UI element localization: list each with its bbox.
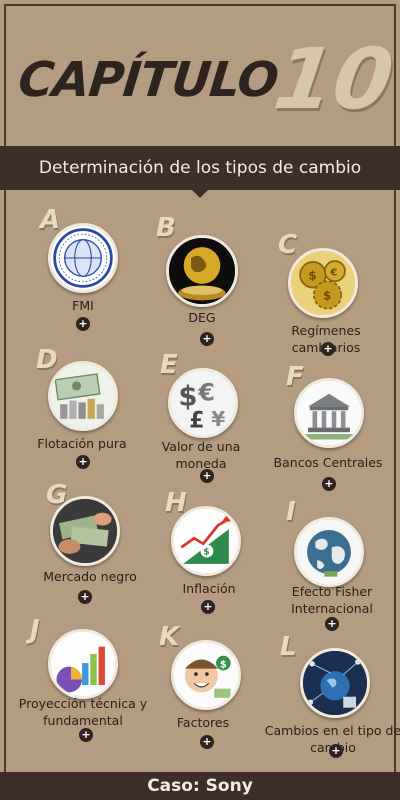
topic-label: Inflación bbox=[182, 581, 236, 596]
topic-label: Bancos Centrales bbox=[273, 455, 383, 470]
topic-item-valor-moneda[interactable]: E $ € £ ¥ Valor de una moneda + bbox=[140, 350, 270, 485]
topic-letter: B bbox=[156, 213, 176, 243]
svg-text:€: € bbox=[197, 378, 215, 406]
topic-item-flotacion[interactable]: D Flotación pura + bbox=[18, 345, 148, 475]
expand-button[interactable]: + bbox=[329, 744, 343, 758]
topic-letter: L bbox=[280, 632, 297, 662]
case-footer[interactable]: Caso: Sony bbox=[0, 772, 400, 800]
expand-button[interactable]: + bbox=[200, 332, 214, 346]
expand-button[interactable]: + bbox=[76, 455, 90, 469]
world-map-icon bbox=[294, 517, 364, 587]
topic-letter: A bbox=[40, 205, 61, 235]
imf-seal-icon bbox=[48, 223, 118, 293]
svg-text:$: $ bbox=[308, 268, 316, 282]
topic-letter: I bbox=[286, 497, 296, 527]
expand-button[interactable]: + bbox=[321, 342, 335, 356]
cash-handshake-icon bbox=[50, 496, 120, 566]
topic-label: Efecto Fisher Internacional bbox=[291, 584, 373, 616]
svg-text:$: $ bbox=[323, 288, 331, 302]
svg-text:€: € bbox=[329, 268, 337, 279]
svg-text:$: $ bbox=[203, 548, 209, 558]
topic-item-factores[interactable]: K $ Factores + bbox=[143, 622, 273, 752]
topic-item-regimenes[interactable]: C $€$ Regímenes cambiarios + bbox=[262, 230, 392, 360]
expand-button[interactable]: + bbox=[325, 617, 339, 631]
svg-text:£: £ bbox=[189, 409, 204, 434]
topic-label: Factores bbox=[176, 715, 230, 730]
topic-item-bancos[interactable]: F Bancos Centrales + bbox=[268, 362, 398, 497]
topic-letter: K bbox=[159, 622, 180, 652]
topic-label: DEG bbox=[188, 310, 216, 325]
topic-item-proyeccion[interactable]: J Proyección técnica y fundamental + bbox=[18, 615, 148, 745]
topic-letter: C bbox=[278, 230, 298, 260]
chapter-title: CAPÍTULO : bbox=[15, 52, 315, 108]
topic-letter: D bbox=[36, 345, 58, 375]
bank-building-icon bbox=[294, 378, 364, 448]
topic-item-cambios[interactable]: L Cambios en el tipo de cambio + bbox=[265, 632, 400, 767]
topic-letter: J bbox=[30, 615, 40, 645]
topic-label: Valor de una moneda bbox=[161, 439, 241, 471]
rising-money-chart-icon: $ bbox=[171, 506, 241, 576]
expand-button[interactable]: + bbox=[200, 469, 214, 483]
section-banner: Determinación de los tipos de cambio bbox=[0, 146, 400, 198]
topic-label: Flotación pura bbox=[37, 436, 127, 451]
expand-button[interactable]: + bbox=[200, 735, 214, 749]
footer-label: Caso: Sony bbox=[147, 776, 253, 796]
expand-button[interactable]: + bbox=[78, 590, 92, 604]
topic-item-inflacion[interactable]: H $ Inflación + bbox=[145, 488, 275, 618]
globe-coins-icon bbox=[166, 235, 238, 307]
gear-coins-icon: $ € $ bbox=[288, 248, 358, 318]
banknotes-coins-icon bbox=[48, 361, 118, 431]
expand-button[interactable]: + bbox=[76, 317, 90, 331]
topic-letter: E bbox=[160, 350, 178, 380]
currency-symbols-icon: $ € £ ¥ bbox=[168, 368, 238, 438]
expand-button[interactable]: + bbox=[79, 728, 93, 742]
smiling-man-icon: $ bbox=[171, 640, 241, 710]
topic-item-fmi[interactable]: A FMI + bbox=[18, 205, 148, 335]
svg-text:¥: ¥ bbox=[211, 407, 225, 431]
banner-title: Determinación de los tipos de cambio bbox=[38, 158, 362, 178]
expand-button[interactable]: + bbox=[322, 477, 336, 491]
topic-letter: F bbox=[286, 362, 304, 392]
topic-item-fisher[interactable]: I Efecto Fisher Internacional + bbox=[268, 497, 398, 637]
chapter-number: 10 bbox=[268, 30, 400, 128]
svg-text:$: $ bbox=[220, 660, 227, 671]
network-globe-icon bbox=[300, 648, 370, 718]
expand-button[interactable]: + bbox=[201, 600, 215, 614]
bar-pie-chart-icon bbox=[48, 629, 118, 699]
topic-item-deg[interactable]: B DEG + bbox=[140, 213, 270, 348]
